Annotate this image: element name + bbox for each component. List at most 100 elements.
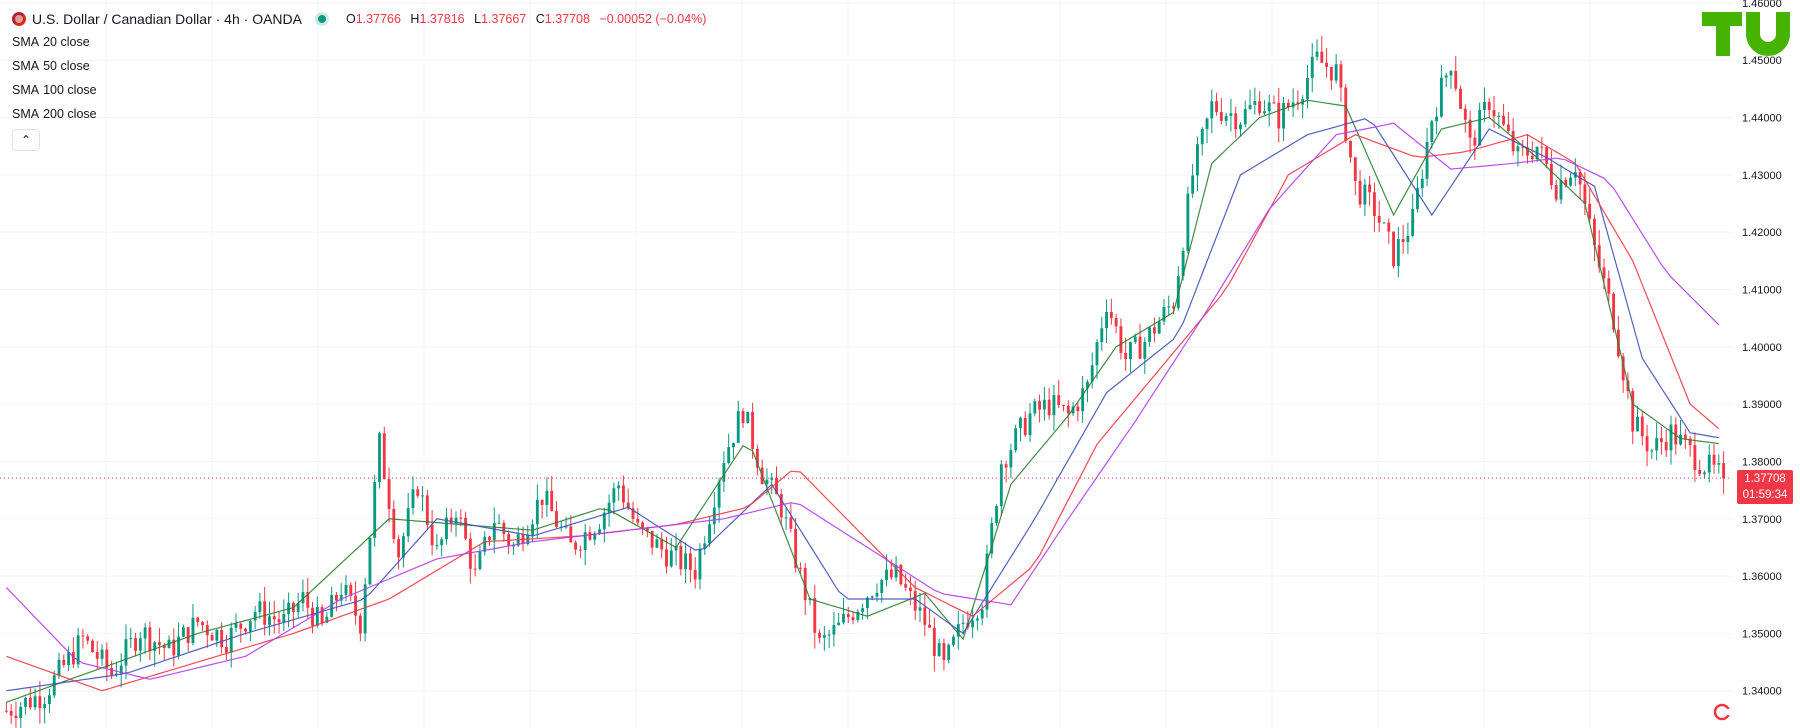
candle-body [550,490,554,512]
indicator-sma-50[interactable]: SMA 50 close [12,54,712,78]
price-tick-label: 1.43000 [1742,170,1782,182]
chevron-up-icon: ⌃ [20,133,32,147]
collapse-legend-button[interactable]: ⌃ [12,129,40,151]
candle-body [1310,56,1314,78]
candle-body [224,647,228,653]
indicator-sma-100[interactable]: SMA 100 close [12,78,712,102]
candle-body [861,608,865,612]
symbol-title[interactable]: U.S. Dollar / Canadian Dollar · 4h · OAN… [32,11,302,27]
candle-body [158,642,161,646]
candle-body [535,499,539,525]
candle-body [1382,222,1386,224]
candle-body [1640,416,1644,437]
candle-body [354,595,358,616]
candle-body [789,517,793,529]
candle-body [1478,110,1482,146]
candle-body [545,490,549,506]
candle-body [1463,108,1467,120]
candle-body [416,489,420,496]
candle-body [1659,438,1663,442]
candle-body [923,607,927,625]
candle-body [181,627,185,637]
indicator-params: 200 close [43,107,97,121]
candle-body [1492,110,1496,117]
candle-body [1009,450,1013,468]
candle-body [1100,328,1104,343]
candle-body [679,546,683,570]
candle-body [1253,101,1257,105]
candle-body [669,550,673,567]
candle-body [459,517,463,519]
candle-body [636,518,640,523]
candle-body [1406,235,1410,243]
tradingview-logo-icon [1702,8,1792,58]
candle-body [1329,67,1333,81]
candle-body [832,625,836,635]
candle-body [918,607,922,611]
candle-body [870,596,874,598]
candle-body [1569,177,1572,186]
candle-body [492,522,496,541]
market-status-icon[interactable] [318,15,326,23]
candle-body [1487,102,1491,111]
candle-body [1602,267,1606,279]
candle-body [1411,209,1415,236]
indicator-sma-20[interactable]: SMA 20 close [12,30,712,54]
candle-body [1306,77,1309,100]
candle-body [1368,184,1372,193]
candle-body [1683,434,1687,439]
candle-body [1215,101,1219,113]
candle-body [1014,428,1018,451]
candle-body [1262,111,1266,114]
candle-body [1033,401,1037,414]
candle-body [1679,434,1682,445]
candle-body [798,567,802,569]
candle-body [1717,463,1721,465]
candle-body [1559,179,1563,200]
candle-body [19,706,23,719]
candle-body [1631,391,1635,432]
candle-body [134,638,137,651]
candle-body [488,536,491,541]
candle-body [1133,336,1137,343]
candle-body [95,651,99,659]
candle-body [913,591,917,611]
price-tick-label: 1.34000 [1742,686,1782,698]
candle-body [1042,399,1046,410]
candle-body [555,511,558,527]
candle-body [1707,454,1711,473]
candle-body [932,627,936,657]
indicator-params: 100 close [43,83,97,97]
candle-body [1530,155,1534,160]
candle-body [660,539,664,550]
candle-body [904,584,908,588]
candle-body [1722,463,1726,479]
candle-body [421,495,424,497]
candle-body [1219,112,1223,121]
candle-body [1554,185,1558,200]
candle-body [268,616,271,625]
candle-body [569,526,573,543]
candle-body [588,532,592,540]
candle-body [91,640,94,652]
indicator-params: 20 close [43,35,90,49]
candle-body [1425,141,1429,179]
candle-body [622,485,625,503]
chart-settings-icon[interactable] [1712,702,1732,722]
candle-body [129,638,133,640]
candle-body [889,569,893,578]
candle-body [751,411,755,449]
candle-body [1205,118,1209,130]
candle-body [464,517,468,539]
candle-body [411,489,415,509]
candle-body [1540,146,1544,148]
price-axis[interactable]: 1.34000 1.35000 1.36000 1.37000 1.38000 1.390… [1732,0,1800,728]
candle-body [827,634,831,636]
candle-body [1143,341,1147,359]
candle-body [942,643,946,660]
candle-body [975,618,979,621]
candle-body [698,548,702,580]
candle-body [382,433,386,480]
candle-body [1473,137,1477,146]
indicator-sma-200[interactable]: SMA 200 close [12,102,712,126]
